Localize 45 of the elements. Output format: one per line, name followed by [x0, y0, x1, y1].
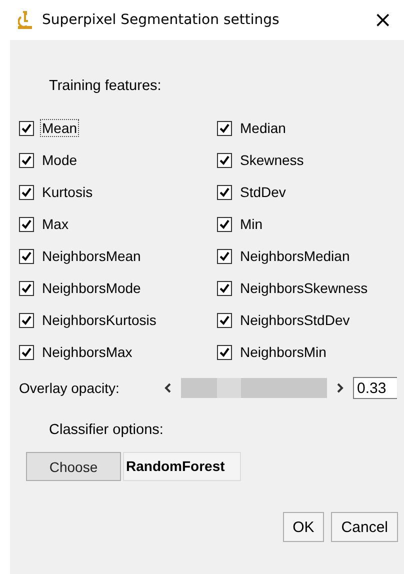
feature-checkbox[interactable]: Kurtosis: [19, 182, 217, 202]
section-label: Classifier options:: [49, 422, 164, 438]
feature-checkbox[interactable]: Median: [217, 118, 404, 138]
scroll-track[interactable]: [181, 378, 327, 398]
checkbox[interactable]: [19, 120, 34, 136]
feature-checkbox[interactable]: Max: [19, 214, 217, 234]
opacity-field[interactable]: 0.33: [353, 377, 397, 399]
checkbox[interactable]: [217, 344, 232, 360]
scroll-thumb[interactable]: [217, 378, 242, 398]
checkbox[interactable]: [217, 312, 232, 328]
feature-checkbox[interactable]: Mode: [19, 150, 217, 170]
feature-checkbox[interactable]: NeighborsSkewness: [217, 278, 404, 298]
checkbox[interactable]: [217, 216, 232, 232]
feature-checkbox[interactable]: StdDev: [217, 182, 404, 202]
feature-checkbox[interactable]: NeighborsMax: [19, 342, 217, 362]
checkbox[interactable]: [217, 152, 232, 168]
choose-button[interactable]: Choose: [26, 452, 121, 481]
feature-checkbox[interactable]: NeighborsMedian: [217, 246, 404, 266]
microscope-icon: [18, 11, 32, 29]
feature-checkbox[interactable]: NeighborsKurtosis: [19, 310, 217, 330]
feature-checkbox[interactable]: Min: [217, 214, 404, 234]
checkbox[interactable]: [19, 184, 34, 200]
feature-checkbox[interactable]: Skewness: [217, 150, 404, 170]
checkbox[interactable]: [19, 280, 34, 296]
checkbox[interactable]: [19, 248, 34, 264]
feature-checkbox[interactable]: NeighborsMode: [19, 278, 217, 298]
checkbox[interactable]: [217, 248, 232, 264]
checkbox[interactable]: [19, 152, 34, 168]
classifier-name: RandomForest: [123, 452, 241, 481]
checkbox[interactable]: [217, 120, 232, 136]
feature-checkbox[interactable]: NeighborsStdDev: [217, 310, 404, 330]
close-button[interactable]: ×: [370, 8, 396, 32]
section-label: Training features:: [49, 78, 162, 94]
checkbox[interactable]: [19, 344, 34, 360]
feature-checkbox[interactable]: Mean: [19, 118, 217, 138]
window-title: Superpixel Segmentation settings: [42, 12, 280, 28]
cancel-button[interactable]: Cancel: [331, 512, 398, 542]
checkbox[interactable]: [217, 184, 232, 200]
ok-button[interactable]: OK: [282, 512, 324, 542]
checkbox[interactable]: [19, 216, 34, 232]
feature-checkbox[interactable]: NeighborsMean: [19, 246, 217, 266]
checkbox[interactable]: [217, 280, 232, 296]
opacity-label: Overlay opacity:: [19, 380, 120, 396]
checkbox[interactable]: [19, 312, 34, 328]
feature-checkbox[interactable]: NeighborsMin: [217, 342, 404, 362]
